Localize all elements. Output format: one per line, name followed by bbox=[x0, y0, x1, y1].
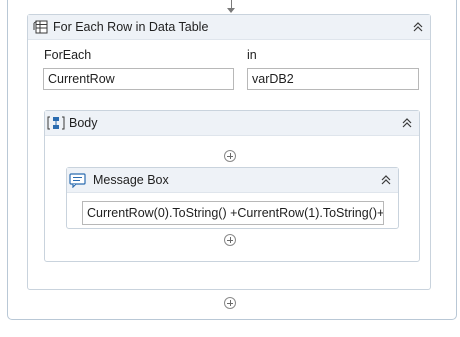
for-each-row-title: For Each Row in Data Table bbox=[53, 20, 209, 34]
message-text-input[interactable]: CurrentRow(0).ToString() +CurrentRow(1).… bbox=[82, 201, 384, 225]
add-activity-icon[interactable] bbox=[224, 150, 236, 162]
in-label: in bbox=[247, 48, 257, 62]
message-icon bbox=[69, 173, 86, 188]
message-box-activity[interactable]: Message Box CurrentRow(0).ToString() +Cu… bbox=[66, 167, 399, 229]
for-each-row-header[interactable]: For Each Row in Data Table bbox=[28, 15, 430, 40]
flow-arrow-icon bbox=[227, 8, 235, 13]
collapse-icon[interactable] bbox=[412, 20, 424, 34]
foreach-variable-input[interactable]: CurrentRow bbox=[43, 68, 234, 90]
add-activity-icon[interactable] bbox=[224, 297, 236, 309]
body-title: Body bbox=[69, 116, 98, 130]
collapse-icon[interactable] bbox=[380, 173, 392, 187]
message-box-title: Message Box bbox=[93, 173, 169, 187]
foreach-label: ForEach bbox=[44, 48, 92, 62]
body-header[interactable]: Body bbox=[45, 111, 419, 136]
collapse-icon[interactable] bbox=[401, 116, 413, 130]
sequence-icon bbox=[47, 116, 65, 130]
add-activity-icon[interactable] bbox=[224, 234, 236, 246]
datatable-icon bbox=[33, 20, 48, 34]
message-box-header[interactable]: Message Box bbox=[67, 168, 398, 193]
in-datatable-input[interactable]: varDB2 bbox=[247, 68, 419, 90]
